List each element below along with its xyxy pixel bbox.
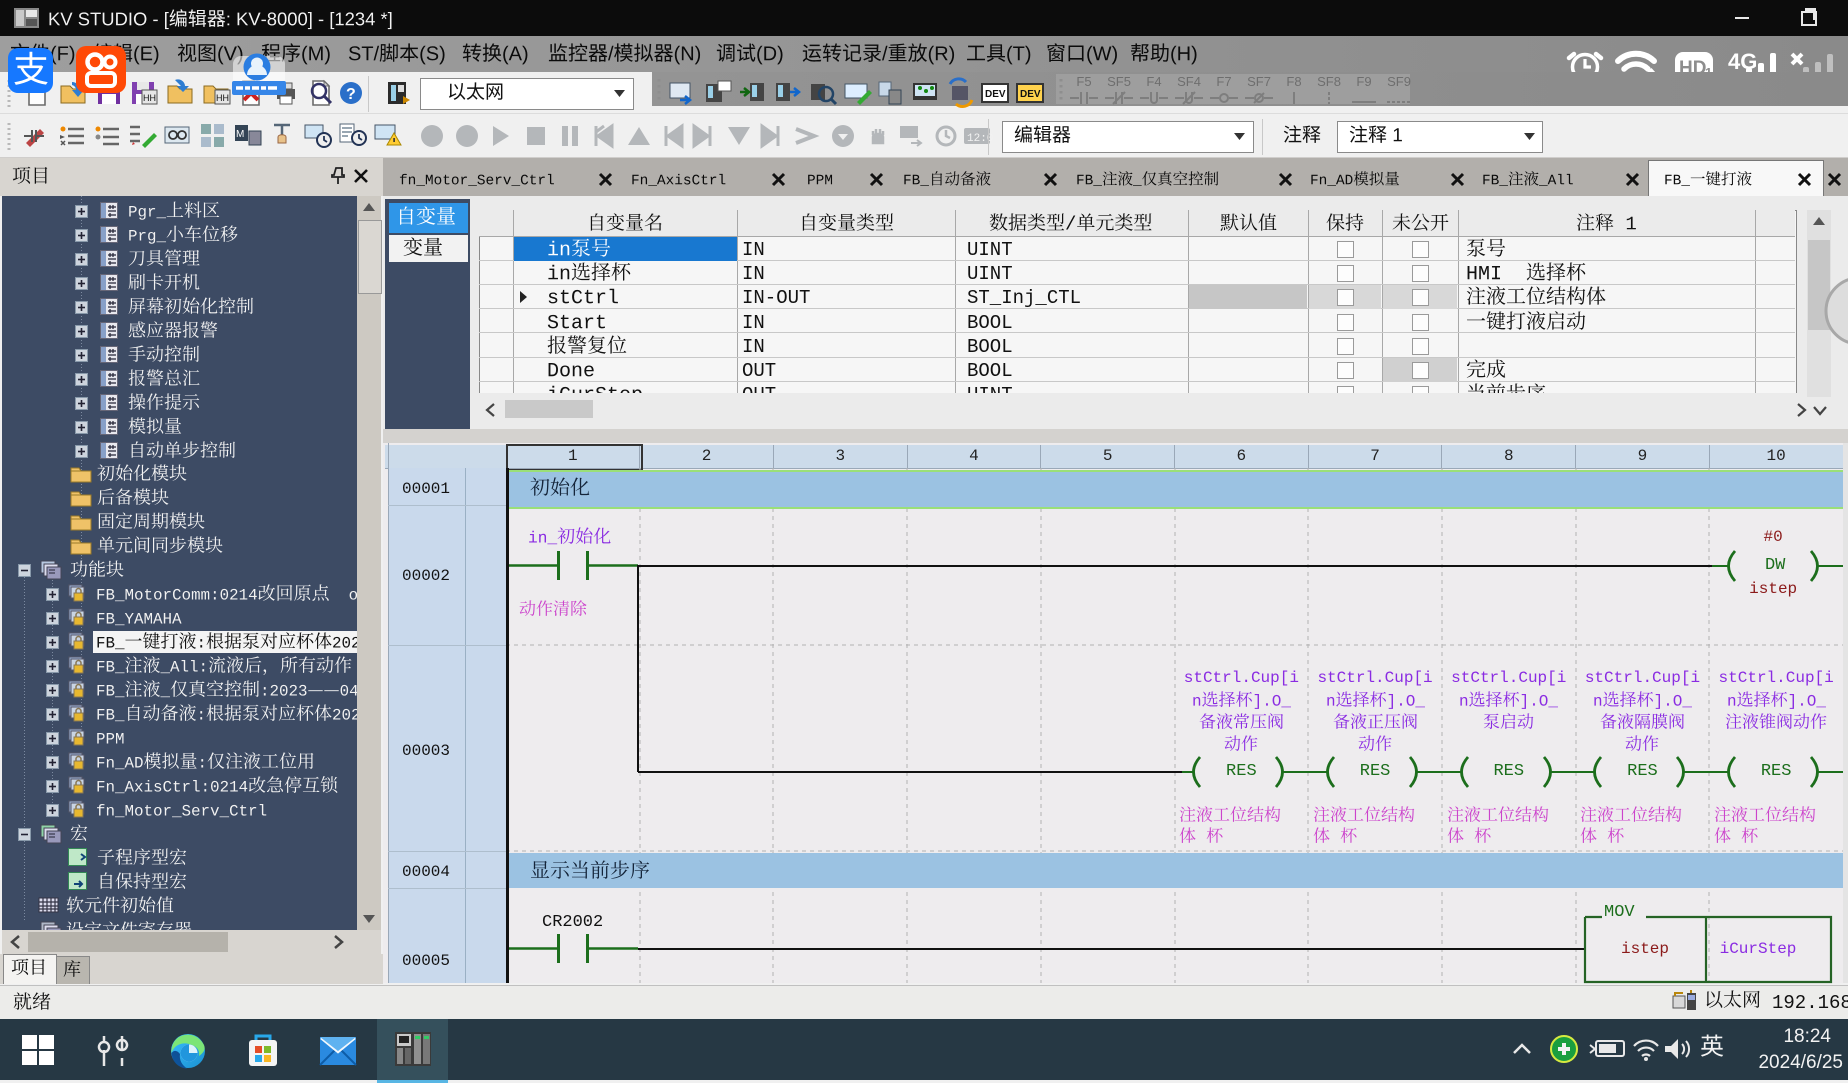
svg-text:DEV: DEV — [1020, 89, 1041, 100]
svg-text:?: ? — [346, 86, 356, 103]
svg-text:M: M — [236, 129, 244, 140]
svg-text:DEV: DEV — [985, 89, 1006, 100]
svg-text:12:0: 12:0 — [967, 133, 993, 145]
svg-text:4G: 4G — [1728, 49, 1757, 74]
svg-text:HH: HH — [143, 93, 156, 103]
svg-text:HH: HH — [216, 93, 229, 103]
